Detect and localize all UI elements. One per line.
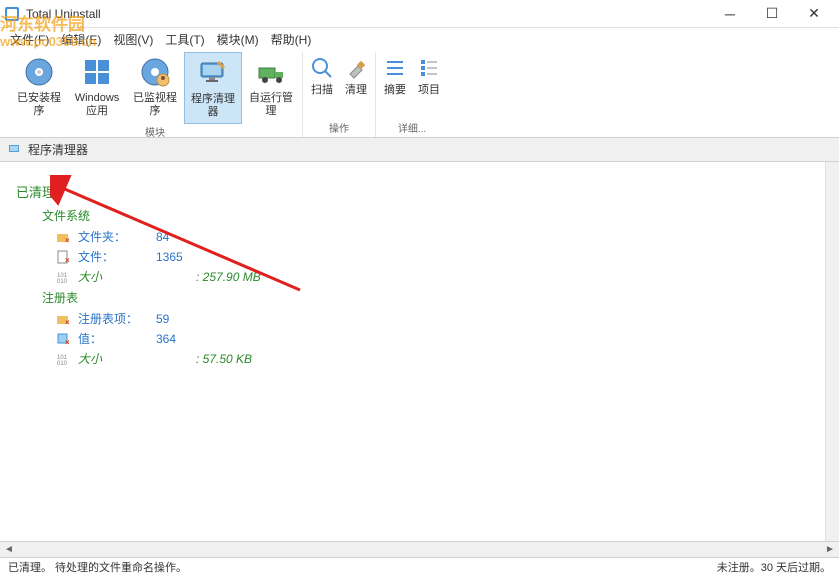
value-x-icon: × [56,332,70,346]
maximize-button[interactable]: ☐ [751,0,793,28]
svg-text:×: × [65,318,70,326]
group-label-modules: 模块 [145,124,165,141]
ribbon-group-modules: 已安装程序 Windows 应用 已监视程序 程序清理器 [8,52,303,137]
svg-text:010: 010 [57,361,68,366]
cd-user-icon [139,56,171,88]
subheader-title: 程序清理器 [28,141,88,158]
list-icon [383,56,407,80]
subheader: 程序清理器 [0,138,839,162]
close-button[interactable]: ✕ [793,0,835,28]
group-label-operations: 操作 [329,120,349,137]
svg-text:010: 010 [57,279,68,284]
group-label-detailed: 详细... [398,120,426,137]
svg-text:×: × [65,338,70,346]
monitor-brush-icon [197,57,229,89]
statusbar: 已清理。 待处理的文件重命名操作。 未注册。30 天后过期。 [0,557,839,575]
ribbon-toolbar: 已安装程序 Windows 应用 已监视程序 程序清理器 [0,50,839,138]
folders-row: × 文件夹： 84 [56,228,823,245]
clean-button[interactable]: 清理 [339,52,373,120]
monitored-programs-button[interactable]: 已监视程序 [126,52,184,124]
list2-icon [417,56,441,80]
menu-edit[interactable]: 编辑(E) [55,29,107,50]
svg-text:×: × [65,236,70,244]
button-label: 扫描 [311,84,333,97]
cleaned-header: 已清理 [16,182,823,201]
menu-help[interactable]: 帮助(H) [265,29,318,50]
reg-size-row: 101010 大小 : 57.50 KB [56,350,823,367]
menubar: 文件(F) 编辑(E) 视图(V) 工具(T) 模块(M) 帮助(H) [0,28,839,50]
button-label: 摘要 [384,84,406,97]
button-label: 项目 [418,84,440,97]
button-label: 已监视程序 [128,92,182,118]
magnifier-icon [310,56,334,80]
reg-items-row: × 注册表项： 59 [56,310,823,327]
file-x-icon: × [56,250,70,264]
scroll-left-button[interactable]: ◄ [2,543,16,557]
filesystem-node[interactable]: 文件系统 [36,207,823,224]
reg-values-row: × 值： 364 [56,330,823,347]
button-label: 自运行管理 [244,92,298,118]
button-label: 程序清理器 [187,93,239,119]
vertical-scrollbar[interactable] [825,162,839,541]
installed-programs-button[interactable]: 已安装程序 [10,52,68,124]
menu-modules[interactable]: 模块(M) [211,29,265,50]
titlebar: Total Uninstall ─ ☐ ✕ [0,0,839,28]
windows-icon [81,56,113,88]
binary-icon: 101010 [56,270,70,284]
autorun-manager-button[interactable]: 自运行管理 [242,52,300,124]
svg-text:×: × [65,256,70,264]
minimize-button[interactable]: ─ [709,0,751,28]
summary-button[interactable]: 摘要 [378,52,412,120]
button-label: 已安装程序 [12,92,66,118]
menu-file[interactable]: 文件(F) [4,29,55,50]
menu-view[interactable]: 视图(V) [107,29,159,50]
button-label: 清理 [345,84,367,97]
ribbon-group-view: 摘要 项目 详细... [376,52,448,137]
files-row: × 文件： 1365 [56,248,823,265]
window-controls: ─ ☐ ✕ [709,0,835,28]
scan-button[interactable]: 扫描 [305,52,339,120]
registry-node[interactable]: 注册表 [36,289,823,306]
app-icon [4,6,20,22]
window-title: Total Uninstall [26,7,709,21]
status-right: 未注册。30 天后过期。 [717,559,831,575]
brush-icon [344,56,368,80]
scroll-right-button[interactable]: ► [823,543,837,557]
folder-x-icon: × [56,312,70,326]
folder-x-icon: × [56,230,70,244]
binary-icon: 101010 [56,352,70,366]
menu-tools[interactable]: 工具(T) [159,29,210,50]
ribbon-group-operations: 扫描 清理 操作 [303,52,376,137]
items-button[interactable]: 项目 [412,52,446,120]
cd-icon [23,56,55,88]
truck-icon [255,56,287,88]
windows-apps-button[interactable]: Windows 应用 [68,52,126,124]
button-label: Windows 应用 [70,92,124,118]
program-cleaner-button[interactable]: 程序清理器 [184,52,242,124]
results-pane: 已清理 文件系统 × 文件夹： 84 × 文件： 1365 101010 大小 … [0,162,839,541]
horizontal-scrollbar[interactable]: ◄ ► [0,541,839,557]
fs-size-row: 101010 大小 : 257.90 MB [56,268,823,285]
status-left: 已清理。 待处理的文件重命名操作。 [8,559,187,575]
cleaner-icon [8,143,22,157]
